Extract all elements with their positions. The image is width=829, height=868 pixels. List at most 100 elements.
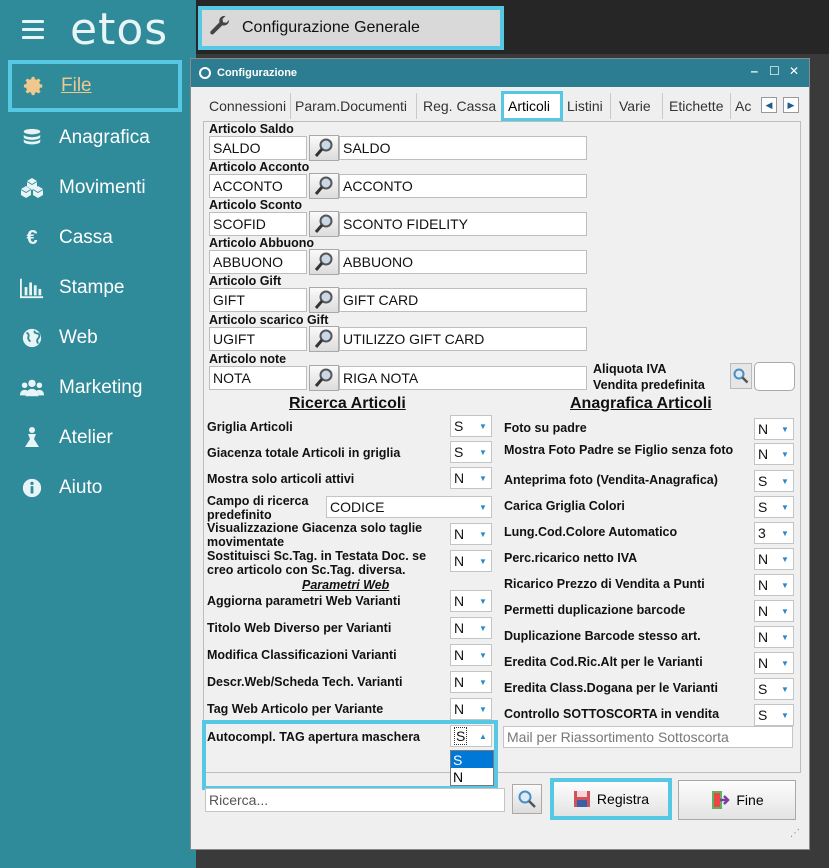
web-option-select[interactable]: N ▼: [450, 698, 492, 720]
anagrafica-option-select-value: 3: [758, 525, 766, 541]
sidebar-item-movimenti[interactable]: Movimenti: [0, 163, 196, 213]
web-option-select[interactable]: N ▼: [450, 617, 492, 639]
web-option-select[interactable]: N ▼: [450, 671, 492, 693]
articolo-lookup-button[interactable]: [309, 287, 339, 313]
anagrafica-option-select[interactable]: N ▼: [754, 600, 794, 622]
articolo-code-input[interactable]: ACCONTO: [209, 174, 307, 198]
sidebar-item-atelier[interactable]: Atelier: [0, 413, 196, 463]
anagrafica-option-select[interactable]: N ▼: [754, 652, 794, 674]
dropdown-option-s[interactable]: S: [451, 751, 493, 768]
articolo-code-input[interactable]: ABBUONO: [209, 250, 307, 274]
articolo-lookup-button[interactable]: [309, 173, 339, 199]
tab-ac[interactable]: Ac: [731, 93, 759, 119]
chevron-down-icon: ▼: [479, 502, 487, 512]
tab-reg-cassa[interactable]: Reg. Cassa: [419, 93, 503, 119]
option-select[interactable]: S ▼: [450, 415, 492, 437]
tab-listini[interactable]: Listini: [563, 93, 611, 119]
anagrafica-option-select[interactable]: S ▼: [754, 470, 794, 492]
option-select[interactable]: S ▼: [450, 441, 492, 463]
aliquota-search-button[interactable]: [730, 363, 752, 389]
anagrafica-option-select-value: N: [758, 551, 769, 567]
articolo-desc-input[interactable]: RIGA NOTA: [339, 366, 587, 390]
autocompl-select[interactable]: S ▲: [450, 725, 492, 747]
vis-giacenza-select[interactable]: N ▼: [450, 523, 492, 545]
anagrafica-option-select[interactable]: N ▼: [754, 574, 794, 596]
anagrafica-option-select[interactable]: S ▼: [754, 704, 794, 726]
anagrafica-option-select-value: N: [758, 603, 769, 619]
tab-scroll-left-icon[interactable]: ◀: [761, 97, 777, 113]
web-option-label: Modifica Classificazioni Varianti: [207, 648, 397, 662]
resize-grip-icon[interactable]: ⋰: [790, 828, 800, 839]
tab-etichette[interactable]: Etichette: [665, 93, 731, 119]
vis-giacenza-label-1: Visualizzazione Giacenza solo taglie: [207, 521, 423, 535]
articolo-label: Articolo Saldo: [209, 122, 294, 136]
articolo-code-input[interactable]: UGIFT: [209, 327, 307, 351]
close-icon[interactable]: ✕: [789, 64, 799, 78]
magnifier-icon: [314, 176, 333, 195]
articolo-code-input[interactable]: SCOFID: [209, 212, 307, 236]
anagrafica-option-select[interactable]: S ▼: [754, 496, 794, 518]
web-option-select[interactable]: N ▼: [450, 590, 492, 612]
sidebar-item-label: Stampe: [59, 277, 125, 298]
fine-button[interactable]: Fine: [678, 780, 796, 820]
sostituisci-label-1: Sostituisci Sc.Tag. in Testata Doc. se: [207, 549, 427, 563]
search-button[interactable]: [512, 784, 542, 814]
articolo-desc-input[interactable]: ABBUONO: [339, 250, 587, 274]
tab-scroll-right-icon[interactable]: ▶: [783, 97, 799, 113]
campo-ricerca-label-2: predefinito: [207, 508, 272, 522]
sidebar-item-aiuto[interactable]: Aiuto: [0, 463, 196, 513]
app-logo: etos: [70, 4, 169, 55]
sidebar-item-label: Marketing: [59, 377, 143, 398]
option-select[interactable]: N ▼: [450, 467, 492, 489]
tab-connessioni[interactable]: Connessioni: [205, 93, 291, 119]
articolo-code-input[interactable]: GIFT: [209, 288, 307, 312]
anagrafica-option-select[interactable]: 3 ▼: [754, 522, 794, 544]
articolo-code-input[interactable]: SALDO: [209, 136, 307, 160]
articolo-desc-input[interactable]: SALDO: [339, 136, 587, 160]
anagrafica-option-select[interactable]: N ▼: [754, 443, 794, 465]
articolo-desc-input[interactable]: UTILIZZO GIFT CARD: [339, 327, 587, 351]
articolo-desc-input[interactable]: ACCONTO: [339, 174, 587, 198]
euro-icon: €: [26, 226, 38, 249]
hamburger-menu-icon[interactable]: [22, 20, 44, 40]
mail-riassortimento-input[interactable]: Mail per Riassortimento Sottoscorta: [503, 726, 793, 748]
tab-param-documenti[interactable]: Param.Documenti: [291, 93, 417, 119]
articolo-lookup-button[interactable]: [309, 249, 339, 275]
registra-button[interactable]: Registra: [550, 778, 672, 820]
option-select-value: S: [454, 418, 464, 434]
search-input[interactable]: Ricerca...: [205, 788, 505, 812]
sostituisci-label-2: creo articolo con Sc.Tag. diversa.: [207, 563, 406, 577]
tab-varie[interactable]: Varie: [615, 93, 663, 119]
sidebar-item-stampe[interactable]: Stampe: [0, 263, 196, 313]
web-option-select[interactable]: N ▼: [450, 644, 492, 666]
sidebar-item-web[interactable]: Web: [0, 313, 196, 363]
articolo-lookup-button[interactable]: [309, 135, 339, 161]
anagrafica-option-select[interactable]: S ▼: [754, 678, 794, 700]
articolo-lookup-button[interactable]: [309, 365, 339, 391]
sidebar-item-cassa[interactable]: € Cassa: [0, 213, 196, 263]
articolo-desc-input[interactable]: SCONTO FIDELITY: [339, 212, 587, 236]
dropdown-option-n[interactable]: N: [451, 768, 493, 785]
campo-ricerca-select[interactable]: CODICE ▼: [326, 496, 492, 518]
sidebar-item-anagrafica[interactable]: Anagrafica: [0, 113, 196, 163]
sidebar-item-file[interactable]: File: [8, 60, 182, 112]
articolo-lookup-button[interactable]: [309, 211, 339, 237]
anagrafica-option-select[interactable]: N ▼: [754, 418, 794, 440]
minimize-icon[interactable]: ‒: [751, 64, 758, 78]
configurazione-generale-tab[interactable]: Configurazione Generale: [198, 6, 504, 50]
campo-ricerca-label-1: Campo di ricerca: [207, 494, 309, 508]
anagrafica-option-select[interactable]: N ▼: [754, 626, 794, 648]
sostituisci-select[interactable]: N ▼: [450, 550, 492, 572]
sidebar-item-label: Aiuto: [59, 477, 103, 498]
articolo-lookup-button[interactable]: [309, 326, 339, 352]
aliquota-input[interactable]: [754, 362, 795, 391]
articolo-label: Articolo Sconto: [209, 198, 303, 212]
sidebar-item-marketing[interactable]: Marketing: [0, 363, 196, 413]
articolo-label: Articolo Gift: [209, 274, 282, 288]
anagrafica-option-select[interactable]: N ▼: [754, 548, 794, 570]
articolo-desc-input[interactable]: GIFT CARD: [339, 288, 587, 312]
anagrafica-option-select-value: N: [758, 446, 769, 462]
maximize-icon[interactable]: ☐: [769, 64, 780, 78]
articolo-code-input[interactable]: NOTA: [209, 366, 307, 390]
tab-articoli[interactable]: Articoli: [501, 91, 563, 121]
